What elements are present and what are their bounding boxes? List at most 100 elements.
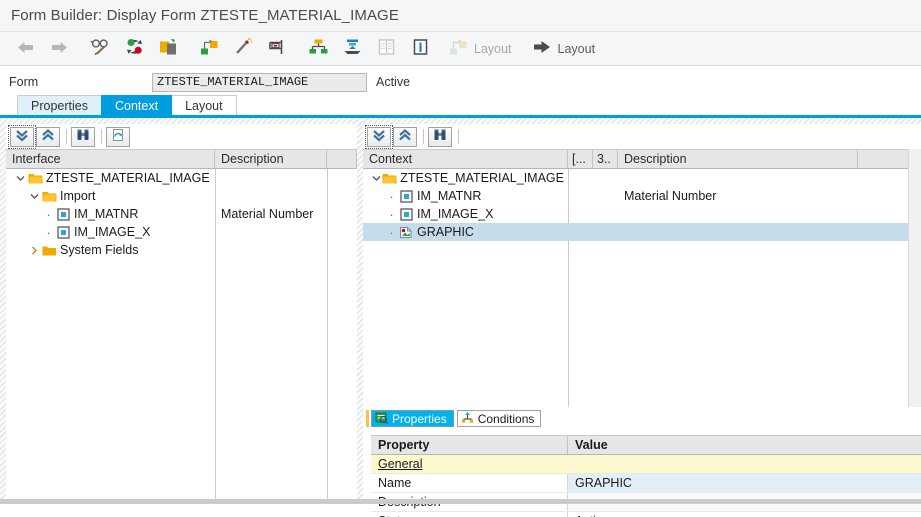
context-find-button[interactable] [428,126,452,147]
interface-column-header-extra[interactable] [327,150,357,168]
chevron-double-up-icon [41,128,55,145]
layout-button[interactable]: Layout [527,34,604,64]
tab-properties[interactable]: Properties [17,95,102,115]
context-column-header-length[interactable]: [... [568,150,593,168]
context-tree-panel: Context [... 3.. Description ZTESTE_MATE… [363,124,921,407]
subtab-conditions-label: Conditions [477,411,535,426]
create-node-button[interactable] [192,34,226,64]
tree-node-label: System Fields [60,243,139,257]
context-vertical-scrollbar[interactable] [908,149,921,407]
property-row[interactable]: Status Active [371,512,921,517]
graphic-node-icon [398,223,414,241]
display-change-button[interactable] [83,34,117,64]
table-row[interactable]: · IM_MATNR Material Number [6,205,357,223]
tree-bullet-icon: · [389,224,394,240]
tab-context-label: Context [114,98,159,113]
property-value[interactable]: GRAPHIC [568,474,921,492]
subtab-conditions[interactable]: Conditions [456,410,542,427]
info-icon [410,37,431,60]
layout-disabled-button: Layout [444,34,520,64]
form-status-text: Active [376,75,411,89]
information-button[interactable] [403,34,437,64]
property-grid-header: Property Value [371,436,921,455]
tree-node-description [618,205,858,223]
table-row-selected[interactable]: · GRAPHIC [363,223,921,241]
tree-node-description: Material Number [221,207,314,221]
tree-bullet-icon: · [389,206,394,222]
field-icon [398,205,414,223]
tree-node-label: Import [60,189,96,203]
interface-tree-body: ZTESTE_MATERIAL_IMAGE Import · IM_MATNR … [6,169,357,504]
copy-button[interactable] [151,34,185,64]
tree-node-description [215,169,327,187]
interface-collapse-all-button[interactable] [36,126,60,147]
collapse-twisty-icon[interactable] [28,241,41,259]
activate-button[interactable] [117,34,151,64]
context-column-header-decimals[interactable]: 3.. [593,150,618,168]
form-name-input[interactable]: ZTESTE_MATERIAL_IMAGE [152,72,367,92]
property-value[interactable]: Active [568,512,921,517]
tab-context[interactable]: Context [100,95,173,115]
context-collapse-all-button[interactable] [393,126,417,147]
table-row[interactable]: · IM_IMAGE_X [6,223,357,241]
tree-node-label: IM_IMAGE_X [74,225,151,239]
tree-node-label: IM_MATNR [417,189,482,203]
property-name: Status [371,512,568,517]
bottom-scroll-strip[interactable] [0,499,921,504]
context-column-header-context[interactable]: Context [363,150,568,168]
table-row[interactable]: ZTESTE_MATERIAL_IMAGE [6,169,357,187]
where-used-button[interactable] [260,34,294,64]
tree-node-description [215,223,327,241]
table-row[interactable]: · IM_IMAGE_X [363,205,921,223]
detail-subtab-strip: Properties Conditions [363,408,921,427]
where-used-icon [267,37,288,60]
import-icon [342,37,363,60]
tab-layout-label: Layout [185,98,223,113]
table-row[interactable]: System Fields [6,241,357,259]
property-column-header[interactable]: Property [371,436,568,454]
subtab-accent-bar [366,410,369,427]
folder-open-icon [382,169,397,187]
property-name: General [378,457,423,471]
interface-find-button[interactable] [71,126,95,147]
table-row[interactable]: · IM_MATNR Material Number [363,187,921,205]
expand-twisty-icon[interactable] [28,187,41,205]
property-row[interactable]: Name GRAPHIC [371,474,921,493]
interface-column-header-name[interactable]: Interface [6,150,215,168]
subtab-properties[interactable]: Properties [371,410,454,427]
document-icon [376,37,397,60]
form-label: Form [9,75,39,89]
arrow-right-icon [50,40,69,58]
back-button[interactable] [8,34,42,64]
tree-node-description [618,169,858,187]
property-grid: Property Value General Name GRAPHIC Desc… [371,435,921,517]
wizard-button[interactable] [226,34,260,64]
value-column-header[interactable]: Value [568,436,921,454]
expand-twisty-icon[interactable] [14,169,27,187]
interface-refresh-button[interactable] [106,126,130,147]
refresh-icon [111,128,125,145]
documentation-button[interactable] [369,34,403,64]
table-row[interactable]: ZTESTE_MATERIAL_IMAGE [363,169,921,187]
hierarchy-icon [308,37,329,60]
tree-bullet-icon: · [46,206,51,222]
hierarchy-button[interactable] [301,34,335,64]
tab-layout[interactable]: Layout [171,95,237,115]
context-column-header-description[interactable]: Description [618,150,858,168]
tree-node-description [618,223,858,241]
context-expand-all-button[interactable] [365,124,393,149]
interface-column-header-description[interactable]: Description [215,150,327,168]
tree-node-label: GRAPHIC [417,225,474,239]
folder-open-icon [27,169,43,187]
import-button[interactable] [335,34,369,64]
context-toolbar-divider-1 [423,129,424,144]
workspace: Interface Description ZTESTE_MATERIAL_IM… [0,118,921,517]
form-row: Form ZTESTE_MATERIAL_IMAGE Active [0,70,921,94]
folder-open-icon [41,187,57,205]
interface-expand-all-button[interactable] [8,124,36,149]
activate-circles-icon [124,37,145,60]
forward-button[interactable] [42,34,76,64]
chevron-double-down-icon [372,128,386,145]
table-row[interactable]: Import [6,187,357,205]
expand-twisty-icon[interactable] [371,169,382,187]
